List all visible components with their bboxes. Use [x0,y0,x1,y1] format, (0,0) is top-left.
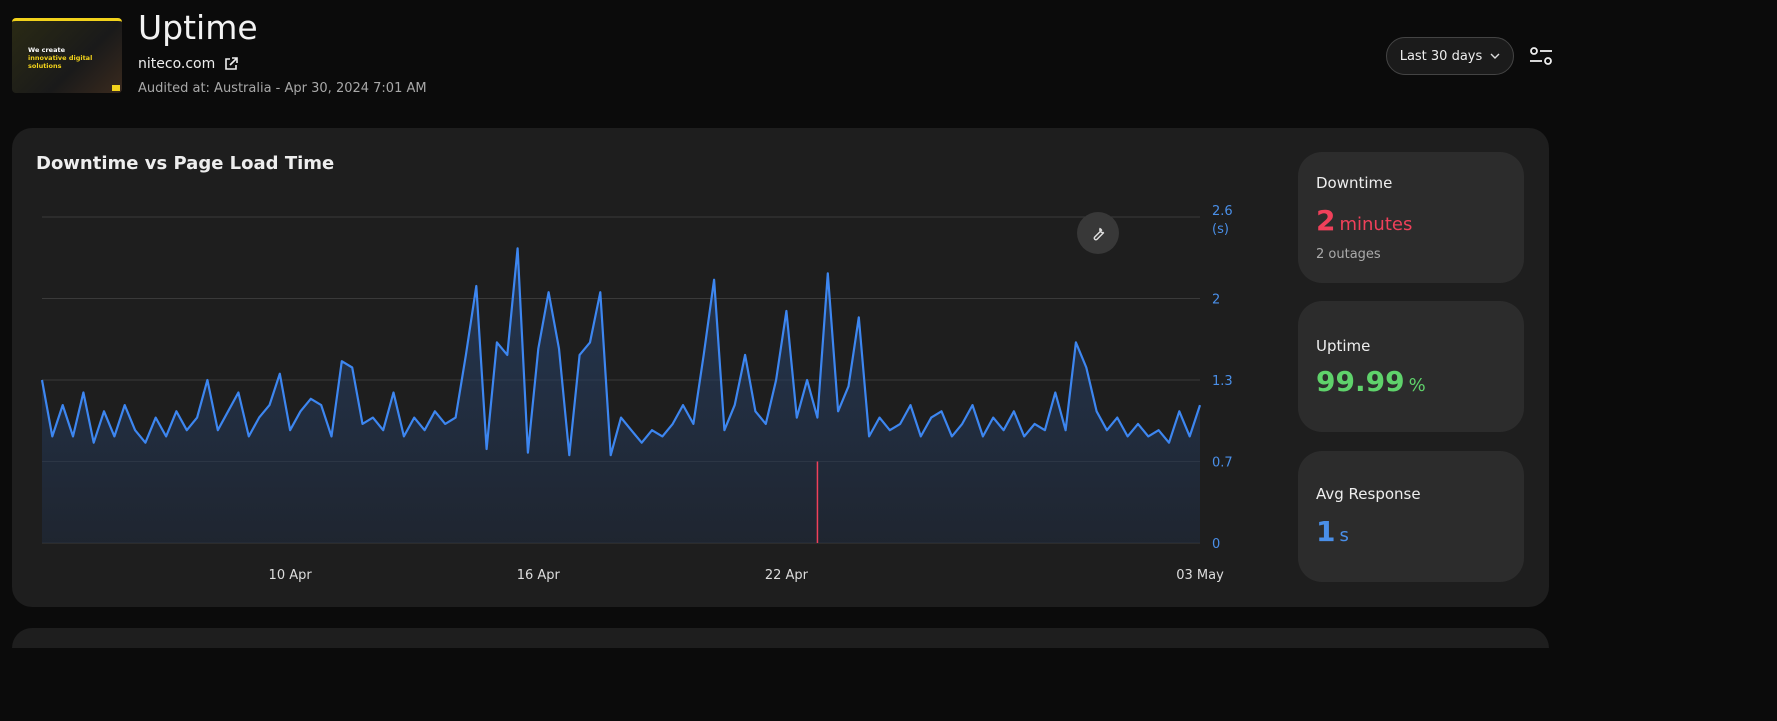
stat-unit: % [1408,375,1426,396]
maintenance-button[interactable] [1077,212,1119,254]
y-tick-label: 1.3 [1212,374,1233,389]
site-name[interactable]: niteco.com [138,56,215,72]
y-tick-label: 0.7 [1212,456,1233,471]
y-tick-label: 2 [1212,293,1220,308]
date-range-label: Last 30 days [1399,48,1483,64]
thumbnail-text: We create [28,46,65,54]
thumbnail-text: innovative digital solutions [28,54,93,70]
stat-value: 2 [1316,204,1336,237]
stat-card-downtime: Downtime 2 minutes 2 outages [1298,152,1524,283]
site-thumbnail: We create innovative digital solutions [12,18,122,93]
sliders-icon[interactable] [1528,44,1554,68]
x-tick-label: 03 May [1176,568,1224,583]
audited-at: Audited at: Australia - Apr 30, 2024 7:0… [138,81,427,96]
stat-value: 99.99 [1316,365,1405,398]
date-range-select[interactable]: Last 30 days [1386,37,1514,75]
x-tick-label: 22 Apr [765,568,809,583]
chevron-down-icon [1490,53,1500,59]
site-link[interactable]: niteco.com [138,56,239,72]
stat-label: Avg Response [1316,485,1421,503]
stat-label: Downtime [1316,174,1393,192]
stat-label: Uptime [1316,337,1371,355]
thumbnail-badge [112,85,120,91]
stat-unit: s [1339,525,1349,546]
y-axis-unit: (s) [1212,222,1229,237]
page-title: Uptime [138,8,258,47]
stat-unit: minutes [1339,214,1413,235]
x-tick-label: 16 Apr [517,568,561,583]
wrench-icon [1093,227,1105,241]
load-time-area [42,248,1200,544]
y-tick-label: 0 [1212,537,1220,552]
chart-title: Downtime vs Page Load Time [36,153,335,174]
x-tick-label: 10 Apr [269,568,313,583]
stat-card-avg-response: Avg Response 1s [1298,451,1524,582]
outage-count: 2 outages [1316,247,1381,262]
stat-value: 1 [1316,515,1336,548]
stat-card-uptime: Uptime 99.99% [1298,301,1524,432]
y-tick-label: 2.6 [1212,204,1233,219]
external-link-icon[interactable] [223,56,239,72]
next-card [12,628,1549,648]
